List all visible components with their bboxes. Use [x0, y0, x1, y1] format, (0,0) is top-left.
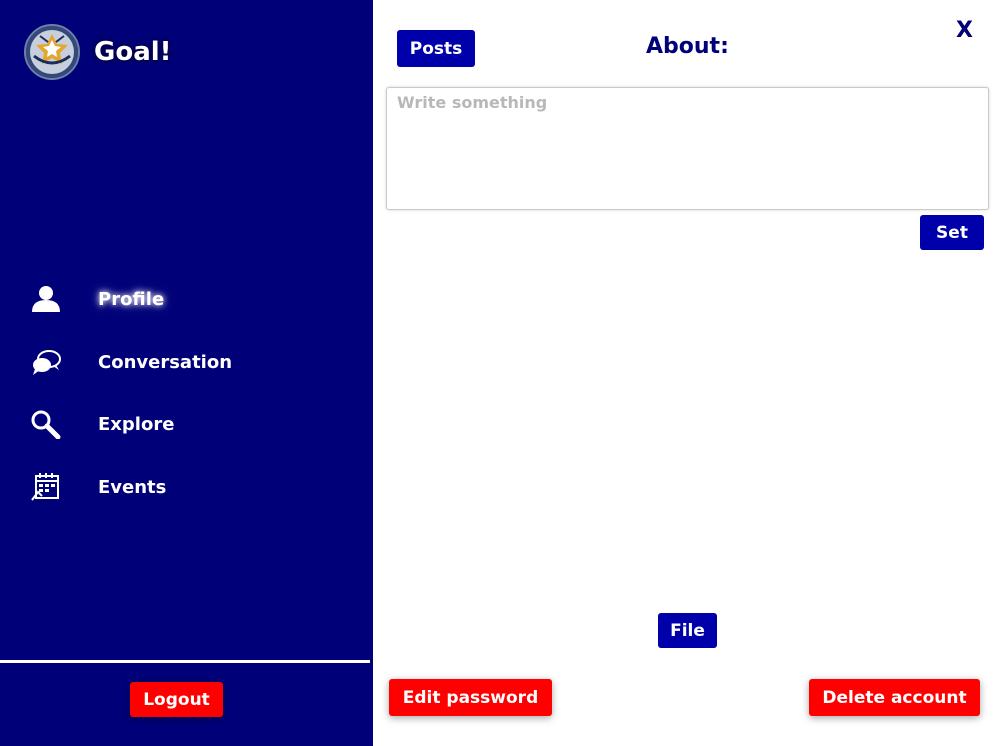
- brand: Goal!: [24, 24, 172, 80]
- soccer-ball-icon: [24, 24, 80, 80]
- magnifier-icon: [30, 408, 68, 440]
- chat-bubbles-icon: [30, 346, 68, 378]
- edit-password-button[interactable]: Edit password: [389, 679, 552, 716]
- sidebar-divider: [0, 660, 370, 663]
- posts-button[interactable]: Posts: [397, 30, 475, 67]
- sidebar-item-explore[interactable]: Explore: [30, 404, 174, 444]
- about-input[interactable]: [386, 87, 989, 210]
- delete-account-button[interactable]: Delete account: [809, 679, 980, 716]
- sidebar-item-label: Profile: [98, 288, 165, 310]
- close-button[interactable]: X: [956, 18, 973, 43]
- sidebar-item-events[interactable]: Events: [30, 467, 166, 507]
- sidebar-item-label: Explore: [98, 413, 175, 435]
- set-button[interactable]: Set: [920, 215, 984, 250]
- user-icon: [30, 283, 68, 315]
- sidebar-item-label: Events: [98, 476, 167, 498]
- calendar-icon: [30, 471, 68, 503]
- logout-button[interactable]: Logout: [130, 682, 223, 717]
- sidebar: Goal! Profile Conversation Explore Event…: [0, 0, 373, 746]
- brand-name: Goal!: [94, 37, 172, 67]
- sidebar-item-label: Conversation: [98, 351, 233, 373]
- sidebar-item-conversation[interactable]: Conversation: [30, 342, 232, 382]
- about-title: About:: [646, 34, 729, 59]
- sidebar-item-profile[interactable]: Profile: [30, 279, 164, 319]
- file-button[interactable]: File: [658, 613, 717, 648]
